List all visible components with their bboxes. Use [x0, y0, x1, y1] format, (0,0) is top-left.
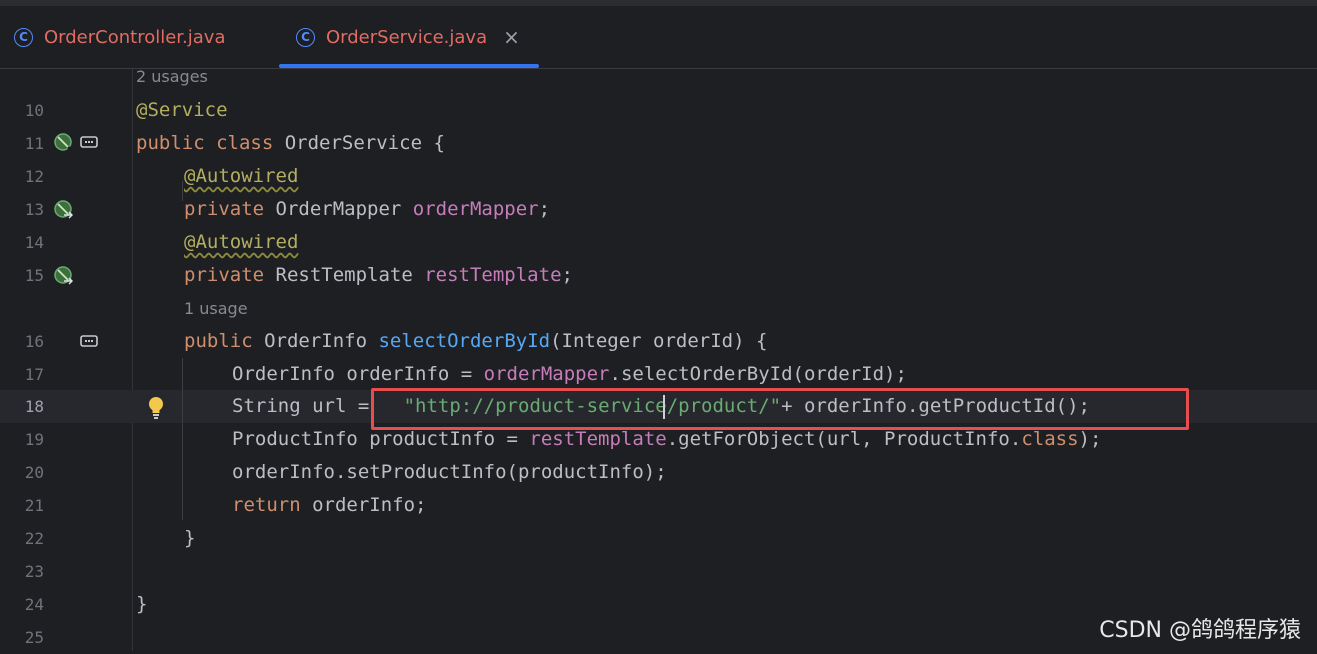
indent-guide [182, 181, 183, 201]
spring-bean-icon[interactable] [53, 132, 73, 152]
tab-label: OrderController.java [44, 26, 226, 48]
line-number: 22 [24, 529, 44, 548]
line-number: 13 [24, 200, 44, 219]
editor-tab-bar: C OrderController.java C OrderService.ja… [0, 6, 1317, 69]
spring-inject-icon[interactable] [53, 265, 73, 285]
line-number: 14 [24, 233, 44, 252]
line-number: 18 [24, 397, 44, 416]
line-number: 10 [24, 101, 44, 120]
line-number: 15 [24, 266, 44, 285]
line-number: 25 [24, 628, 44, 647]
line-number: 24 [24, 595, 44, 614]
line-number: 11 [24, 134, 44, 153]
class-icon: C [296, 27, 315, 47]
code-line: 14 @Autowired [0, 226, 1317, 259]
code-editor[interactable]: 2 usages 10 @Service 11 public class Ord… [0, 67, 1317, 651]
code-line: 11 public class OrderService { [0, 127, 1317, 160]
code-line: 16 public OrderInfo selectOrderById(Inte… [0, 325, 1317, 358]
line-number: 21 [24, 496, 44, 515]
class-icon: C [14, 27, 33, 47]
code-line: 15 private RestTemplate restTemplate; [0, 259, 1317, 292]
code-line: 22 } [0, 522, 1317, 555]
code-line: 13 private OrderMapper orderMapper; [0, 193, 1317, 226]
spring-inject-icon[interactable] [53, 199, 73, 219]
tab-label: OrderService.java [326, 26, 488, 48]
code-line: 23 [0, 555, 1317, 588]
line-number: 17 [24, 365, 44, 384]
tab-order-service[interactable]: C OrderService.java × [296, 6, 520, 68]
line-number: 20 [24, 463, 44, 482]
close-icon[interactable]: × [503, 25, 520, 49]
implement-icon[interactable] [80, 333, 98, 349]
implement-icon[interactable] [80, 134, 98, 150]
tab-order-controller[interactable]: C OrderController.java [14, 6, 225, 68]
usages-hint[interactable]: 1 usage [184, 299, 248, 319]
code-line: 10 @Service [0, 94, 1317, 127]
line-number: 23 [24, 562, 44, 581]
code-line: 21 return orderInfo; [0, 489, 1317, 522]
usages-hint[interactable]: 2 usages [136, 67, 208, 87]
highlight-box [371, 388, 1189, 430]
code-line: 17 OrderInfo orderInfo = orderMapper.sel… [0, 358, 1317, 391]
line-number: 16 [24, 332, 44, 351]
indent-guide [182, 358, 183, 520]
line-number: 12 [24, 167, 44, 186]
active-tab-indicator [279, 64, 539, 68]
lightbulb-icon[interactable] [146, 395, 166, 421]
code-line: 12 @Autowired [0, 160, 1317, 193]
line-number: 19 [24, 430, 44, 449]
code-line: 20 orderInfo.setProductInfo(productInfo)… [0, 456, 1317, 489]
watermark: CSDN @鸽鸽程序猿 [1099, 618, 1301, 643]
text-caret [663, 395, 665, 419]
